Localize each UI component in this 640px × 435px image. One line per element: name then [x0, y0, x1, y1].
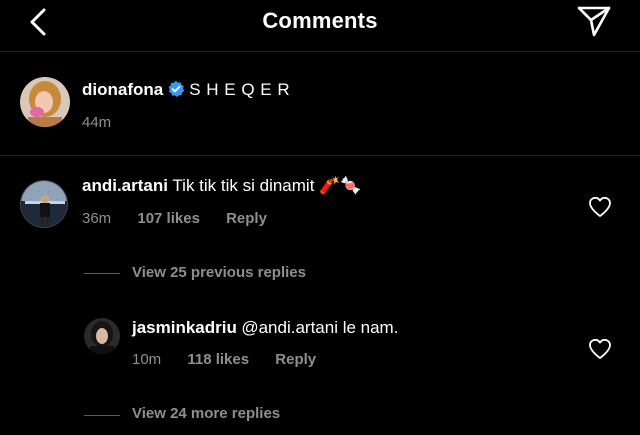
heart-icon: [589, 196, 611, 217]
comment-line: andi.artani Tik tik tik si dinamit 🧨🍬: [82, 176, 361, 196]
caption-time: 44m: [82, 114, 112, 131]
send-button[interactable]: [574, 2, 614, 40]
replies-divider: [84, 415, 120, 416]
avatar[interactable]: [20, 180, 68, 228]
reply-likes[interactable]: 118 likes: [187, 351, 249, 368]
reply-like-button[interactable]: [588, 338, 612, 360]
post-caption: dionafona S H E Q E R 44m: [0, 52, 640, 156]
comment-likes[interactable]: 107 likes: [137, 210, 200, 227]
heart-icon: [589, 338, 611, 359]
verified-badge-icon: [168, 80, 185, 97]
reply-line: jasminkadriu @andi.artani le nam.: [132, 318, 398, 338]
comment-meta: 36m 107 likes Reply: [82, 210, 267, 227]
header: Comments: [0, 0, 640, 52]
replies-divider: [84, 273, 120, 274]
reply-button[interactable]: Reply: [226, 210, 267, 227]
comment-text: Tik tik tik si dinamit 🧨🍬: [172, 176, 362, 195]
comment-username[interactable]: andi.artani: [82, 176, 168, 195]
view-previous-replies-button[interactable]: View 25 previous replies: [132, 264, 306, 281]
reply-time: 10m: [132, 351, 162, 368]
caption-text: S H E Q E R: [189, 80, 291, 99]
reply-username[interactable]: jasminkadriu: [132, 318, 237, 337]
reply-reply-button[interactable]: Reply: [275, 351, 316, 368]
send-icon: [577, 6, 611, 37]
reply-text: @andi.artani le nam.: [241, 318, 399, 337]
caption-username[interactable]: dionafona: [82, 80, 163, 99]
caption-line: dionafona S H E Q E R: [82, 80, 290, 100]
view-more-replies-button[interactable]: View 24 more replies: [132, 405, 280, 422]
page-title: Comments: [262, 8, 378, 33]
like-button[interactable]: [588, 196, 612, 218]
comment-time: 36m: [82, 210, 112, 227]
reply-meta: 10m 118 likes Reply: [132, 351, 316, 368]
avatar[interactable]: [84, 318, 120, 354]
avatar[interactable]: [20, 77, 70, 127]
